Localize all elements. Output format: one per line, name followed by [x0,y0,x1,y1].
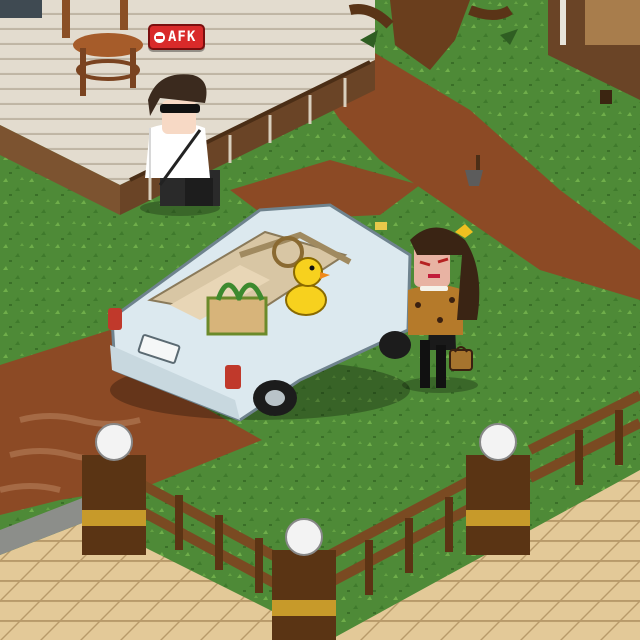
game-room-scene [0,0,640,640]
afk-status-badge: AFK [148,24,206,50]
minus-circle-icon [154,31,165,43]
afk-label: AFK [168,29,197,45]
